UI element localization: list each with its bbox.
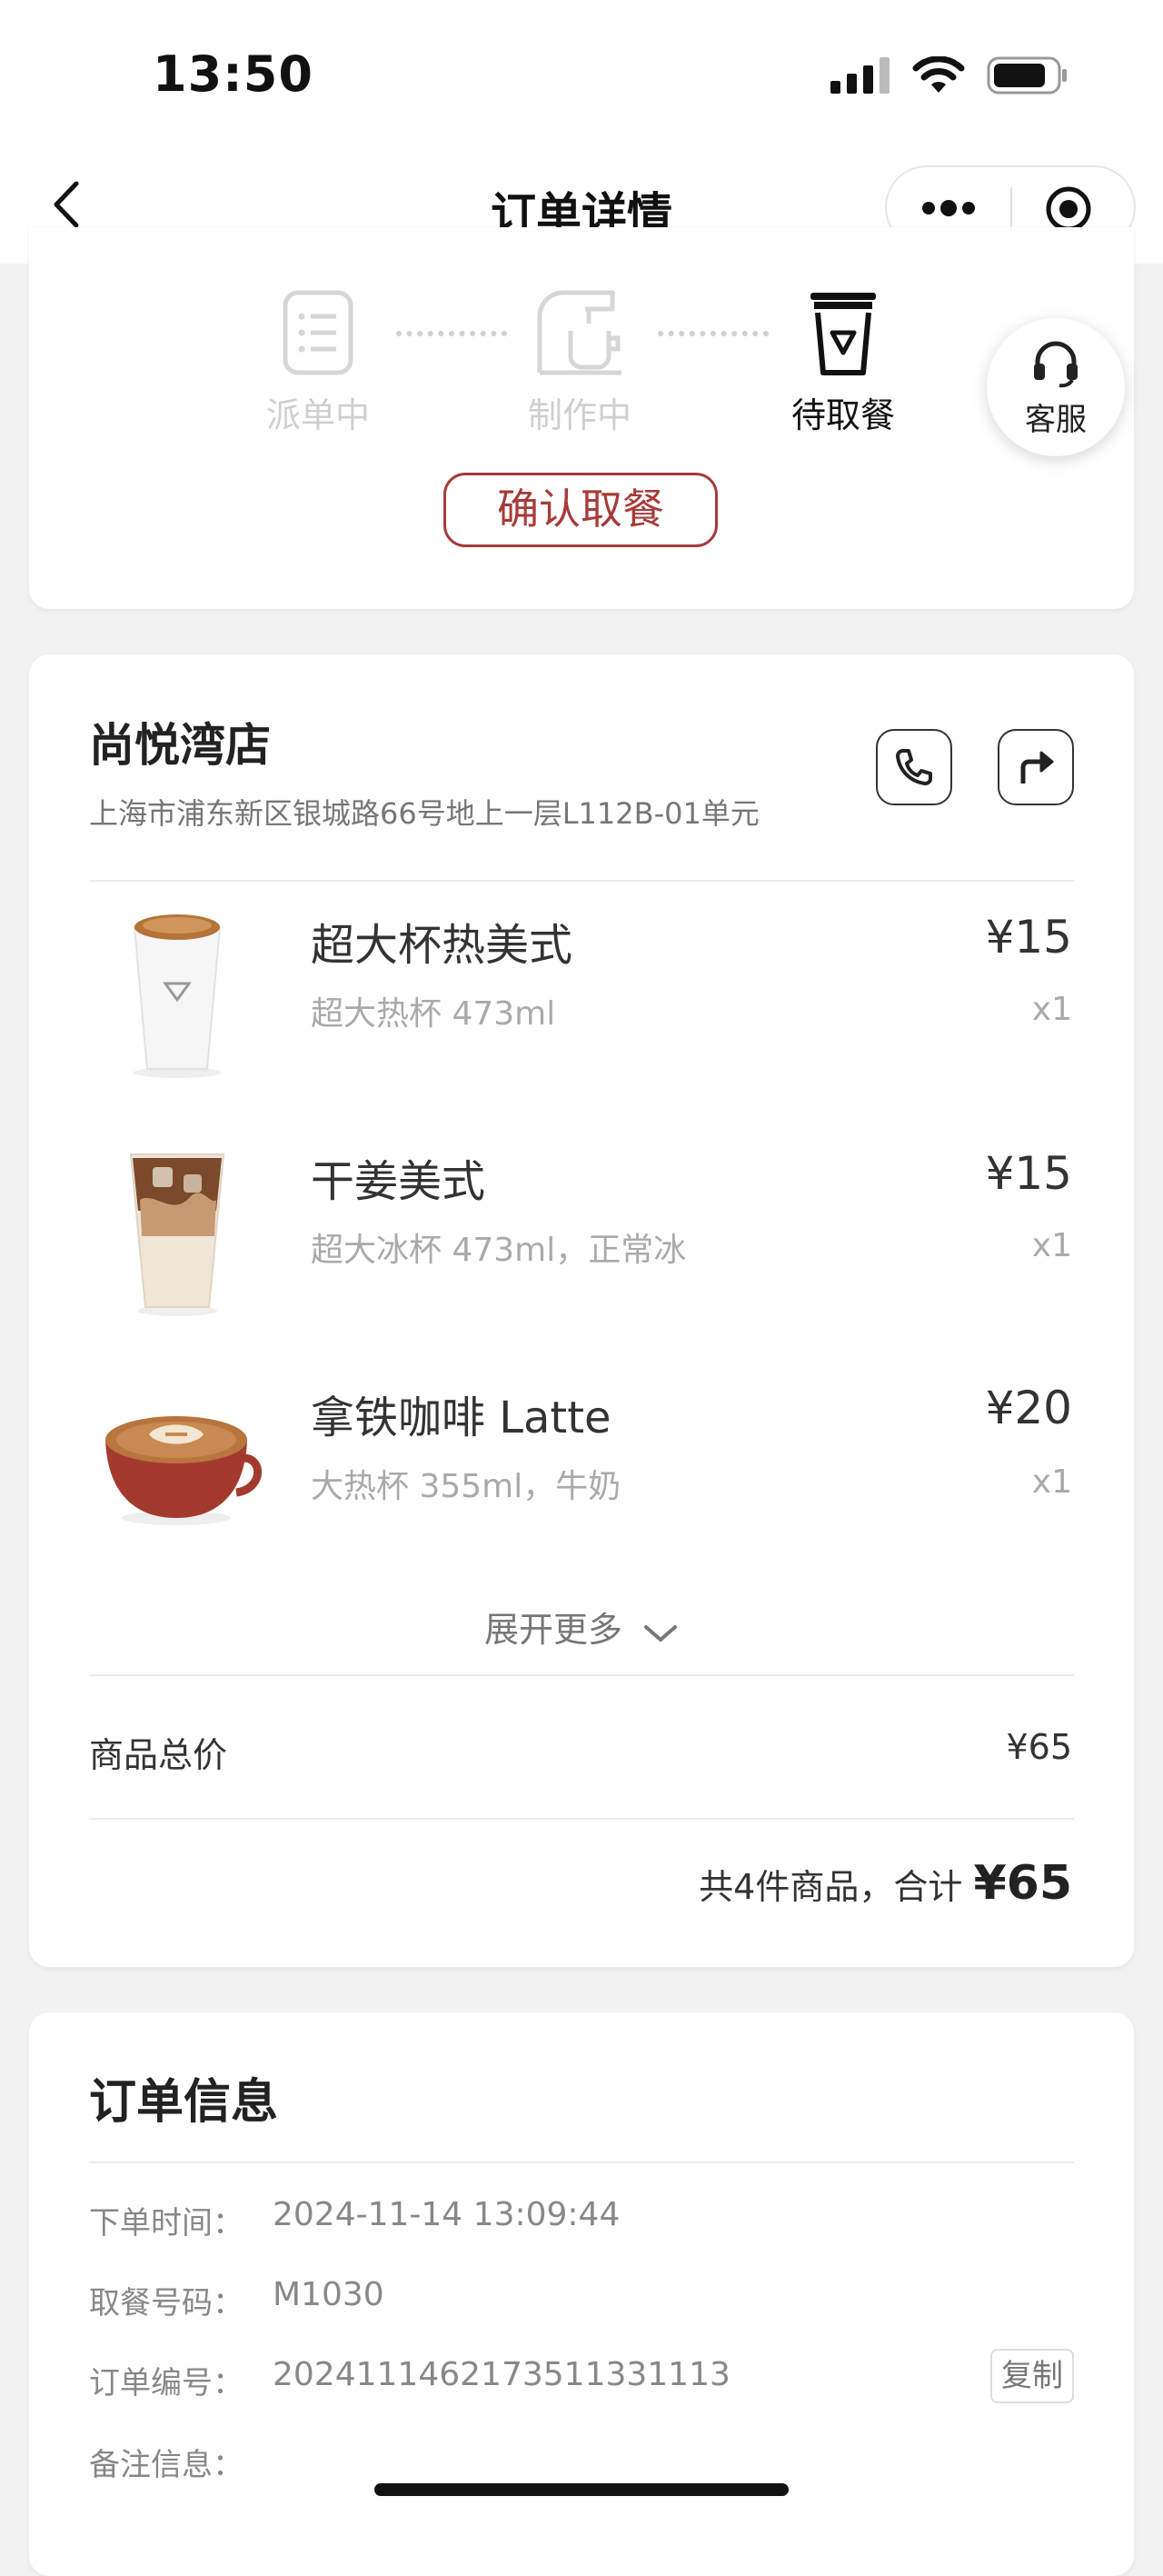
- product-price: ¥20: [985, 1382, 1072, 1434]
- subtotal-label: 商品总价: [89, 1735, 228, 1775]
- step-dispatching: 派单中: [245, 289, 391, 437]
- copy-order-number-button[interactable]: 复制: [990, 2349, 1074, 2403]
- status-bar: 13:50: [0, 0, 1163, 155]
- order-number-label: 订单编号：: [89, 2365, 244, 2401]
- expand-more-button[interactable]: 展开更多: [0, 1602, 1163, 1652]
- remarks-label: 备注信息：: [89, 2447, 244, 2483]
- product-name: 超大杯热美式: [311, 920, 573, 971]
- navigation-arrow-icon: [1020, 751, 1054, 784]
- takeaway-cup-icon: [810, 293, 876, 375]
- store-address: 上海市浦东新区银城路66号地上一层L112B-01单元: [89, 796, 760, 831]
- product-name: 干姜美式: [311, 1156, 486, 1207]
- product-quantity: x1: [1031, 1463, 1072, 1501]
- status-time: 13:50: [153, 45, 313, 103]
- total-prefix: 共4件商品，合计: [699, 1867, 963, 1907]
- product-spec: 大热杯 355ml，牛奶: [311, 1468, 621, 1505]
- status-icons: [830, 56, 1069, 95]
- step-making: 制作中: [507, 289, 652, 437]
- headset-icon: [1034, 341, 1078, 388]
- coffee-machine-icon: [537, 290, 621, 375]
- confirm-pickup-button[interactable]: 确认取餐: [443, 473, 718, 547]
- order-list-icon: [283, 290, 353, 375]
- capsule-divider: [1010, 187, 1012, 229]
- divider: [89, 1674, 1074, 1676]
- latte-cup-image: [105, 1416, 262, 1525]
- product-spec: 超大热杯 473ml: [311, 995, 556, 1033]
- step-label: 制作中: [527, 395, 631, 435]
- order-time-label: 下单时间：: [89, 2205, 244, 2242]
- phone-icon: [896, 749, 932, 785]
- step-ready-for-pickup: 待取餐: [770, 289, 916, 437]
- divider: [89, 2162, 1074, 2163]
- progress-connector: [658, 331, 769, 336]
- pickup-code-label: 取餐号码：: [89, 2285, 244, 2321]
- call-store-button[interactable]: [876, 729, 952, 805]
- total-amount: ¥65: [973, 1856, 1072, 1911]
- customer-service-button[interactable]: 客服: [987, 318, 1125, 456]
- divider: [89, 880, 1074, 882]
- pickup-code-value: M1030: [273, 2276, 384, 2313]
- product-price: ¥15: [985, 1147, 1072, 1200]
- order-number-value: 2024111462173511331113: [273, 2356, 731, 2393]
- subtotal-value: ¥65: [1006, 1727, 1072, 1767]
- chevron-down-icon: [644, 1624, 678, 1642]
- battery-icon: [987, 56, 1067, 95]
- signal-icon: [830, 57, 890, 94]
- home-indicator[interactable]: [374, 2483, 789, 2496]
- order-total: 共4件商品，合计 ¥65: [699, 1856, 1072, 1911]
- navigate-store-button[interactable]: [998, 729, 1074, 805]
- product-name: 拿铁咖啡 Latte: [311, 1393, 611, 1443]
- step-label: 派单中: [265, 395, 370, 435]
- customer-service-label: 客服: [1025, 402, 1087, 438]
- product-price: ¥15: [985, 911, 1072, 964]
- progress-connector: [396, 331, 507, 336]
- product-quantity: x1: [1031, 991, 1072, 1028]
- iced-ginger-americano-image: [129, 1153, 225, 1316]
- product-quantity: x1: [1031, 1227, 1072, 1264]
- more-dots-icon[interactable]: [919, 195, 978, 222]
- product-spec: 超大冰杯 473ml，正常冰: [311, 1232, 687, 1269]
- step-label: 待取餐: [790, 395, 895, 435]
- wifi-icon: [912, 56, 965, 93]
- divider: [89, 1818, 1074, 1820]
- order-info-title: 订单信息: [89, 2075, 279, 2130]
- hot-americano-cup-image: [133, 914, 222, 1078]
- store-name: 尚悦湾店: [89, 719, 271, 772]
- order-time-value: 2024-11-14 13:09:44: [273, 2196, 621, 2233]
- expand-more-label: 展开更多: [483, 1610, 622, 1650]
